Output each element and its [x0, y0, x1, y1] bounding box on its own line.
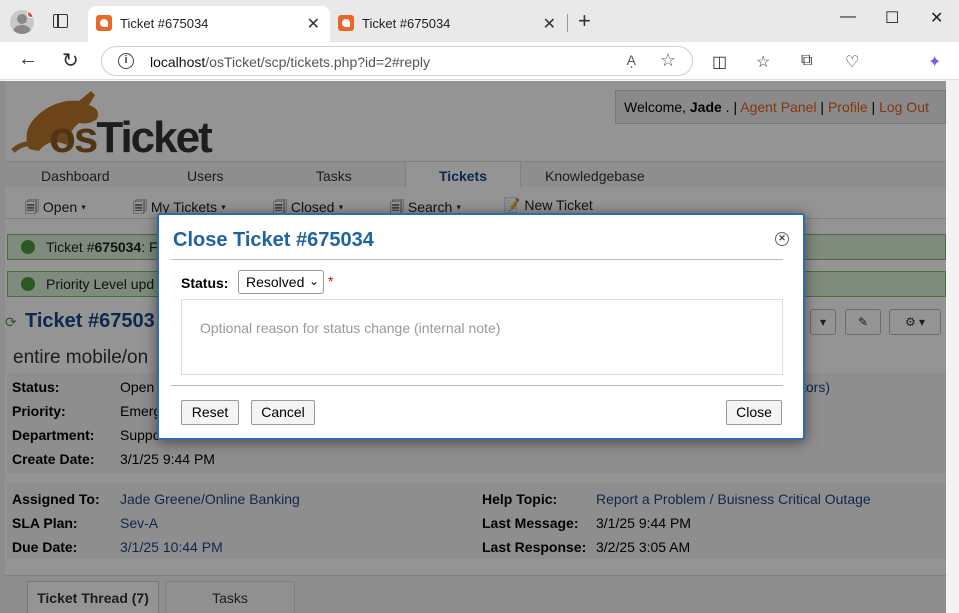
tab-actions-icon[interactable] [53, 14, 68, 28]
status-select-value: Resolved [246, 274, 305, 290]
reset-button[interactable]: Reset [181, 400, 239, 425]
close-ticket-dialog: Close Ticket #675034 ✕ Status: Resolved ⌄… [157, 213, 805, 440]
new-tab-button[interactable]: + [578, 8, 591, 34]
profile-avatar-icon[interactable] [10, 10, 34, 34]
copilot-icon[interactable]: ✦ [928, 52, 941, 72]
site-info-icon[interactable]: i [118, 53, 134, 69]
osticket-favicon-icon [338, 15, 354, 31]
address-bar-row: ← ↻ i localhost/osTicket/scp/tickets.php… [0, 42, 959, 80]
browser-tab-title: Ticket #675034 [120, 16, 209, 31]
divider [171, 385, 783, 386]
url-field[interactable]: i localhost/osTicket/scp/tickets.php?id=… [101, 46, 693, 76]
dialog-close-icon[interactable]: ✕ [775, 232, 789, 246]
cancel-button[interactable]: Cancel [251, 400, 315, 425]
status-label: Status: [181, 275, 229, 291]
tab-separator [567, 14, 568, 32]
status-select[interactable]: Resolved ⌄ [238, 270, 324, 294]
browser-tab-inactive[interactable]: Ticket #675034 ✕ [330, 6, 566, 42]
split-screen-icon[interactable]: ◫ [712, 52, 727, 72]
required-asterisk: * [328, 273, 334, 289]
browser-tab-active[interactable]: Ticket #675034 ✕ [88, 6, 330, 42]
window-close-icon[interactable]: ✕ [930, 8, 943, 28]
read-aloud-icon[interactable]: Aͅ [627, 52, 636, 68]
browser-tab-title: Ticket #675034 [362, 16, 451, 31]
refresh-icon[interactable]: ↻ [62, 48, 79, 73]
maximize-icon[interactable]: ☐ [885, 8, 899, 28]
close-tab-icon[interactable]: ✕ [307, 14, 320, 34]
close-ticket-button[interactable]: Close [726, 400, 782, 425]
favorites-icon[interactable]: ☆ [756, 52, 770, 72]
url-text: localhost/osTicket/scp/tickets.php?id=2#… [150, 54, 431, 70]
favorite-star-icon[interactable]: ☆ [660, 50, 676, 71]
close-tab-icon[interactable]: ✕ [543, 14, 556, 34]
osticket-favicon-icon [96, 15, 112, 31]
status-note-textarea[interactable]: Optional reason for status change (inter… [181, 299, 783, 375]
minimize-icon[interactable]: — [840, 8, 856, 26]
chevron-down-icon: ⌄ [308, 274, 319, 288]
dialog-title: Close Ticket #675034 [173, 229, 374, 251]
back-arrow-icon[interactable]: ← [18, 48, 38, 71]
browser-essentials-icon[interactable]: ♡ [845, 52, 859, 72]
collections-icon[interactable]: ⧉ [801, 52, 812, 70]
divider [171, 259, 783, 260]
browser-tab-bar: Ticket #675034 ✕ Ticket #675034 ✕ + — ☐ … [0, 0, 959, 42]
